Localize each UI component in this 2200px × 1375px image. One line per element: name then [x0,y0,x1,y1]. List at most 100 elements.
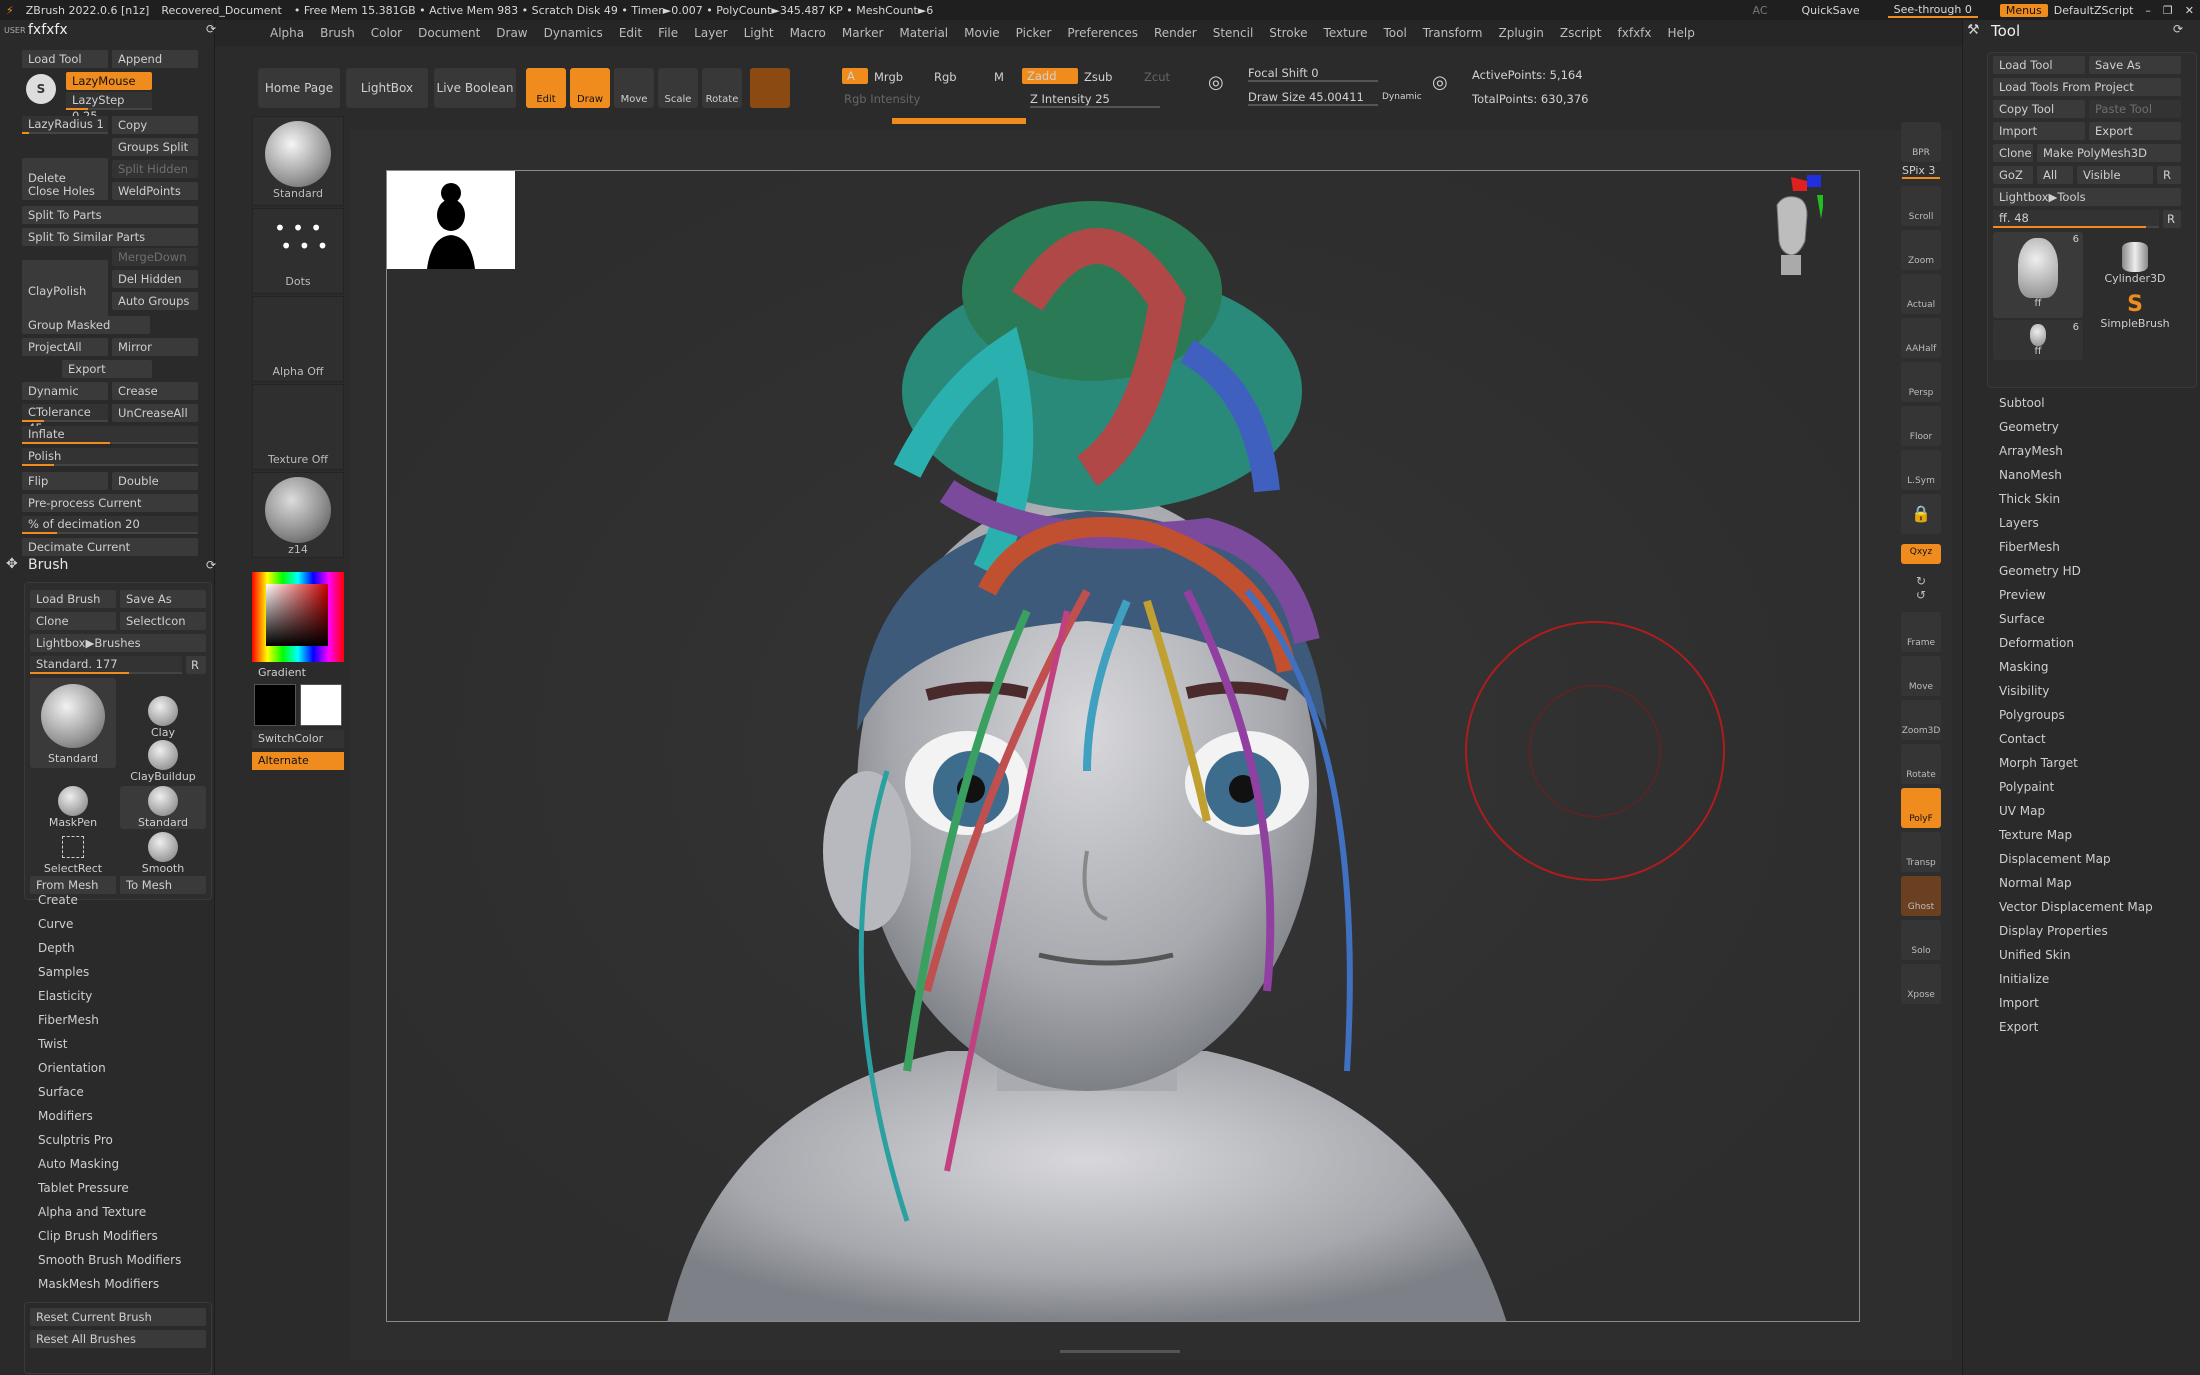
persp-button[interactable]: Persp [1901,362,1941,402]
quicksave-button[interactable]: QuickSave [1796,4,1866,17]
tool-menu-arraymesh[interactable]: ArrayMesh [1999,444,2063,458]
reset-all-brushes-button[interactable]: Reset All Brushes [30,1330,206,1348]
polish-slider[interactable]: Polish [22,448,198,466]
tool-import-button[interactable]: Import [1993,122,2085,140]
home-page-button[interactable]: Home Page [258,68,340,108]
selecticon-button[interactable]: SelectIcon [120,612,206,630]
brush-menu-alpha-texture[interactable]: Alpha and Texture [38,1205,146,1219]
del-hidden-button[interactable]: Del Hidden [112,270,198,288]
viewport[interactable] [350,130,1952,1360]
auto-groups-button[interactable]: Auto Groups [112,292,198,310]
texture-thumb[interactable]: Texture Off [252,384,344,470]
weldpoints-button[interactable]: WeldPoints [112,182,198,200]
live-boolean-button[interactable]: Live Boolean [434,68,516,108]
brush-menu-sculptris-pro[interactable]: Sculptris Pro [38,1133,113,1147]
preprocess-current-button[interactable]: Pre-process Current [22,494,198,512]
brush-menu-maskmesh-modifiers[interactable]: MaskMesh Modifiers [38,1277,159,1291]
tool-menu-initialize[interactable]: Initialize [1999,972,2049,986]
decimation-slider[interactable]: % of decimation 20 [22,516,198,534]
lightbox-tools-button[interactable]: Lightbox▶Tools [1993,188,2181,206]
group-masked-button[interactable]: Group Masked [22,316,150,334]
rotate-axis-icons[interactable]: ↻ ↺ [1901,568,1941,608]
brush-standard-slider[interactable]: Standard. 177 [30,656,182,674]
tool-menu-masking[interactable]: Masking [1999,660,2048,674]
a-toggle[interactable]: A [842,68,868,84]
copy-tool-button[interactable]: Copy Tool [1993,100,2085,118]
brush-menu-create[interactable]: Create [38,893,78,907]
goz-visible-button[interactable]: Visible [2077,166,2153,184]
sculptris-pro-icon[interactable] [750,68,790,108]
brush-clone-button[interactable]: Clone [30,612,116,630]
brush-menu-elasticity[interactable]: Elasticity [38,989,92,1003]
default-zscript[interactable]: DefaultZScript [2048,4,2140,17]
menu-draw[interactable]: Draw [488,26,535,40]
lazyradius-slider[interactable]: LazyRadius 1 [22,116,108,134]
brush-menu-curve[interactable]: Curve [38,917,73,931]
transp-button[interactable]: Transp [1901,832,1941,872]
to-mesh-button[interactable]: To Mesh [120,876,206,894]
split-to-parts-button[interactable]: Split To Parts [22,206,198,224]
menu-movie[interactable]: Movie [956,26,1008,40]
scroll-button[interactable]: Scroll [1901,186,1941,226]
menu-layer[interactable]: Layer [686,26,735,40]
seethrough-slider[interactable]: See-through 0 [1887,3,1978,18]
lightbox-button[interactable]: LightBox [346,68,428,108]
goz-r-button[interactable]: R [2157,166,2181,184]
material-thumb[interactable]: z14 [252,472,344,558]
brush-menu-surface[interactable]: Surface [38,1085,84,1099]
brush-save-as-button[interactable]: Save As [120,590,206,608]
gradient-label[interactable]: Gradient [258,666,306,679]
tool-menu-nanomesh[interactable]: NanoMesh [1999,468,2062,482]
brush-menu-tablet-pressure[interactable]: Tablet Pressure [38,1181,129,1195]
lsym-button[interactable]: L.Sym [1901,450,1941,490]
tool-menu-thick-skin[interactable]: Thick Skin [1999,492,2060,506]
viewport-bottom-handle[interactable] [1060,1350,1180,1358]
alpha-thumb[interactable]: Alpha Off [252,296,344,382]
edit-mode-button[interactable]: Edit [526,68,566,108]
zoom-button[interactable]: Zoom [1901,230,1941,270]
goz-button[interactable]: GoZ [1993,166,2033,184]
brush-selectrect[interactable]: SelectRect [30,832,116,875]
tool-menu-preview[interactable]: Preview [1999,588,2046,602]
scale-mode-button[interactable]: Scale [658,68,698,108]
ctolerance-slider[interactable]: CTolerance 45 [22,404,108,435]
brush-menu-depth[interactable]: Depth [38,941,75,955]
tool-menu-texture-map[interactable]: Texture Map [1999,828,2072,842]
lazystep-slider[interactable]: LazyStep 0.25 [66,92,152,123]
menu-tool[interactable]: Tool [1375,26,1414,40]
load-brush-button[interactable]: Load Brush [30,590,116,608]
tool-thumb-cylinder3d[interactable]: Cylinder3D [2089,232,2181,285]
menu-fxfxfx[interactable]: fxfxfx [1610,26,1660,40]
menu-stencil[interactable]: Stencil [1205,26,1262,40]
split-similar-parts-button[interactable]: Split To Similar Parts [22,228,198,246]
brush-clay[interactable]: Clay [120,696,206,739]
tool-menu-deformation[interactable]: Deformation [1999,636,2074,650]
move-mode-button[interactable]: Move [614,68,654,108]
polyf-button[interactable]: PolyF [1901,788,1941,828]
menu-zscript[interactable]: Zscript [1552,26,1610,40]
aahalf-button[interactable]: AAHalf [1901,318,1941,358]
menu-document[interactable]: Document [410,26,488,40]
move-view-button[interactable]: Move [1901,656,1941,696]
menu-light[interactable]: Light [736,26,782,40]
tool-menu-vector-displacement-map[interactable]: Vector Displacement Map [1999,900,2153,914]
tool-clone-button[interactable]: Clone [1993,144,2033,162]
solo-button[interactable]: Solo [1901,920,1941,960]
tool-ff-slider[interactable]: ff. 48 [1993,210,2159,228]
crease-button[interactable]: Crease [112,382,198,400]
close-holes-button[interactable]: Close Holes [22,182,108,200]
color-picker[interactable] [252,572,344,662]
main-color-swatch[interactable] [254,684,296,726]
tool-refresh-icon[interactable]: ⟳ [2173,22,2183,36]
split-hidden-button[interactable]: Split Hidden [112,160,198,178]
brush-menu-orientation[interactable]: Orientation [38,1061,106,1075]
window-minimize-icon[interactable]: – [2139,4,2157,17]
brush-claybuildup[interactable]: ClayBuildup [120,740,206,783]
brush-menu-clip-modifiers[interactable]: Clip Brush Modifiers [38,1229,158,1243]
menu-transform[interactable]: Transform [1415,26,1491,40]
tool-menu-import[interactable]: Import [1999,996,2039,1010]
tool-thumb-simplebrush[interactable]: S SimpleBrush [2089,292,2181,330]
ac-label[interactable]: AC [1747,4,1774,17]
tool-menu-geometry-hd[interactable]: Geometry HD [1999,564,2081,578]
mergedown-button[interactable]: MergeDown [112,248,198,266]
